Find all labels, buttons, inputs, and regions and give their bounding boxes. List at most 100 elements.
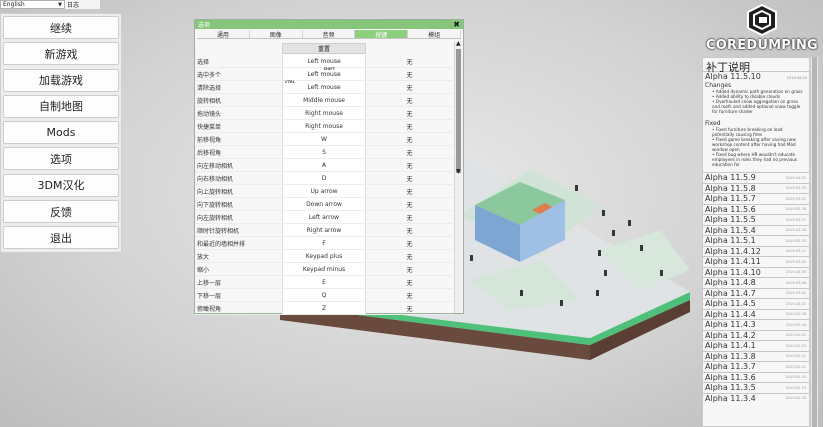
keybind-primary[interactable]: Up arrow bbox=[282, 185, 366, 197]
building-right-wall bbox=[520, 200, 565, 262]
keybind-primary[interactable]: A bbox=[282, 159, 366, 171]
keybind-secondary[interactable]: 无 bbox=[366, 70, 453, 79]
version-name: Alpha 11.4.10 bbox=[705, 267, 761, 277]
localization-button[interactable]: 3DM汉化 bbox=[3, 173, 119, 197]
keybind-primary[interactable]: S bbox=[282, 146, 366, 158]
keybind-secondary[interactable]: 无 bbox=[366, 265, 453, 274]
keybind-primary[interactable]: Keypad plus bbox=[282, 250, 366, 262]
keybind-primary[interactable]: Q bbox=[282, 289, 366, 301]
close-icon[interactable]: ✖ bbox=[453, 20, 460, 29]
language-select[interactable]: English ▼ bbox=[0, 0, 65, 9]
options-scrollbar[interactable]: ▲ ▼ bbox=[454, 41, 462, 313]
reset-button[interactable]: 重置 bbox=[282, 43, 366, 54]
keybind-primary[interactable]: Left mouse bbox=[282, 55, 366, 67]
version-list-item[interactable]: Alpha 11.5.4 2019-03-26 bbox=[703, 224, 809, 236]
new-game-button[interactable]: 新游戏 bbox=[3, 42, 119, 66]
version-list-item[interactable]: Alpha 11.5.8 2019-03-30 bbox=[703, 182, 809, 194]
version-list-item[interactable]: Alpha 11.3.6 2019-02-20 bbox=[703, 371, 809, 383]
keybind-secondary[interactable]: 无 bbox=[366, 83, 453, 92]
keybind-primary[interactable]: W bbox=[282, 133, 366, 145]
quit-button[interactable]: 退出 bbox=[3, 226, 119, 250]
load-game-button[interactable]: 加载游戏 bbox=[3, 68, 119, 92]
patch-notes-scrollbar[interactable] bbox=[810, 57, 818, 427]
version-list-item[interactable]: Alpha 11.4.1 2019-02-23 bbox=[703, 340, 809, 351]
keybind-secondary[interactable]: 无 bbox=[366, 148, 453, 157]
keybind-primary[interactable]: Left arrow bbox=[282, 211, 366, 223]
version-list-item[interactable]: Alpha 11.4.7 2019-03-05 bbox=[703, 287, 809, 299]
keybind-primary-label: Keypad minus bbox=[302, 265, 346, 273]
keybind-secondary[interactable]: 无 bbox=[366, 291, 453, 300]
keybind-secondary[interactable]: 无 bbox=[366, 161, 453, 170]
version-name: Alpha 11.3.5 bbox=[705, 383, 756, 393]
keybind-primary[interactable]: Z bbox=[282, 302, 366, 314]
version-list-item[interactable]: Alpha 11.5.7 2019-03-29 bbox=[703, 193, 809, 204]
version-date: 2019-04-01 bbox=[785, 175, 806, 180]
version-date: 2019-03-09 bbox=[785, 259, 806, 264]
version-list-item[interactable]: Alpha 11.4.2 2019-02-25 bbox=[703, 329, 809, 341]
keybind-secondary[interactable]: 无 bbox=[366, 122, 453, 131]
keybind-secondary[interactable]: 无 bbox=[366, 200, 453, 209]
keybind-secondary[interactable]: 无 bbox=[366, 57, 453, 66]
feedback-button[interactable]: 反馈 bbox=[3, 200, 119, 224]
keybind-primary[interactable]: SHIFT Left mouse bbox=[282, 67, 366, 80]
keybind-primary[interactable]: Right arrow bbox=[282, 224, 366, 236]
keybind-primary[interactable]: Down arrow bbox=[282, 198, 366, 210]
scroll-up-icon[interactable]: ▲ bbox=[456, 41, 461, 47]
version-list-item[interactable]: Alpha 11.3.4 2019-02-18 bbox=[703, 392, 809, 404]
options-window: 选项 ✖ 通用 图像 音频 按键 模组 重置 选择 Left mouse 无选中多个… bbox=[194, 19, 464, 315]
building-entrance bbox=[532, 203, 552, 214]
keybind-action: 下移一层 bbox=[197, 292, 222, 300]
version-list-item[interactable]: Alpha 11.4.5 2019-03-01 bbox=[703, 298, 809, 309]
version-list-item[interactable]: Alpha 11.5.6 2019-03-28 bbox=[703, 203, 809, 215]
keybind-primary[interactable]: F bbox=[282, 237, 366, 249]
options-button[interactable]: 选项 bbox=[3, 147, 119, 171]
scrollbar-thumb[interactable] bbox=[812, 57, 817, 427]
keybind-secondary[interactable]: 无 bbox=[366, 135, 453, 144]
version-name: Alpha 11.3.6 bbox=[705, 372, 756, 382]
scrollbar-thumb[interactable] bbox=[456, 49, 461, 173]
options-titlebar[interactable]: 选项 ✖ bbox=[195, 20, 463, 29]
keybind-secondary[interactable]: 无 bbox=[366, 278, 453, 287]
keybind-primary[interactable]: Right mouse bbox=[282, 120, 366, 132]
keybind-primary[interactable]: Middle mouse bbox=[282, 94, 366, 106]
version-list-item[interactable]: Alpha 11.4.3 2019-02-26 bbox=[703, 319, 809, 330]
keybind-primary[interactable]: E bbox=[282, 276, 366, 288]
version-list-item[interactable]: Alpha 11.5.5 2019-03-27 bbox=[703, 214, 809, 225]
version-list-item[interactable]: Alpha 11.4.8 2019-03-06 bbox=[703, 277, 809, 288]
version-list-item[interactable]: Alpha 11.3.5 2019-02-19 bbox=[703, 382, 809, 393]
keybind-primary[interactable]: Right mouse bbox=[282, 107, 366, 119]
version-list-item[interactable]: Alpha 11.5.9 2019-04-01 bbox=[703, 172, 809, 183]
keybind-secondary[interactable]: 无 bbox=[366, 187, 453, 196]
keybind-secondary[interactable]: 无 bbox=[366, 239, 453, 248]
keybind-secondary[interactable]: 无 bbox=[366, 174, 453, 183]
mods-button[interactable]: Mods bbox=[3, 121, 119, 145]
keybind-secondary[interactable]: 无 bbox=[366, 96, 453, 105]
tab-graphics[interactable]: 图像 bbox=[249, 30, 303, 39]
tab-mods[interactable]: 模组 bbox=[408, 30, 461, 39]
keybind-secondary[interactable]: 无 bbox=[366, 252, 453, 261]
tab-audio[interactable]: 音频 bbox=[302, 30, 356, 39]
keybind-primary[interactable]: CTRL Left mouse bbox=[282, 80, 366, 93]
keybind-secondary[interactable]: 无 bbox=[366, 304, 453, 313]
tab-keys[interactable]: 按键 bbox=[355, 30, 409, 39]
version-list-item[interactable]: Alpha 11.3.8 2019-02-22 bbox=[703, 350, 809, 362]
version-list-item[interactable]: Alpha 11.5.1 2019-03-25 bbox=[703, 235, 809, 246]
version-list-item[interactable]: Alpha 11.4.4 2019-02-28 bbox=[703, 308, 809, 320]
keybind-secondary[interactable]: 无 bbox=[366, 109, 453, 118]
keybind-primary[interactable]: Keypad minus bbox=[282, 263, 366, 275]
keybind-primary[interactable]: D bbox=[282, 172, 366, 184]
version-list-item[interactable]: Alpha 11.3.7 2019-02-21 bbox=[703, 361, 809, 372]
scroll-down-icon[interactable]: ▼ bbox=[456, 169, 461, 175]
keybind-secondary[interactable]: 无 bbox=[366, 213, 453, 222]
change-item: • Overhauled snow aggregation on grass a… bbox=[712, 99, 801, 114]
modifier-key-label: SHIFT bbox=[323, 67, 335, 71]
tab-general[interactable]: 通用 bbox=[197, 30, 250, 39]
custom-map-button[interactable]: 自制地图 bbox=[3, 94, 119, 118]
keybind-secondary[interactable]: 无 bbox=[366, 226, 453, 235]
version-list-item[interactable]: Alpha 11.4.11 2019-03-09 bbox=[703, 256, 809, 267]
log-button[interactable]: 日志 bbox=[67, 0, 79, 9]
version-list-item[interactable]: Alpha 11.4.12 2019-03-12 bbox=[703, 245, 809, 257]
trees bbox=[470, 185, 663, 306]
continue-button[interactable]: 继续 bbox=[3, 16, 119, 39]
version-list-item[interactable]: Alpha 11.4.10 2019-03-08 bbox=[703, 266, 809, 278]
